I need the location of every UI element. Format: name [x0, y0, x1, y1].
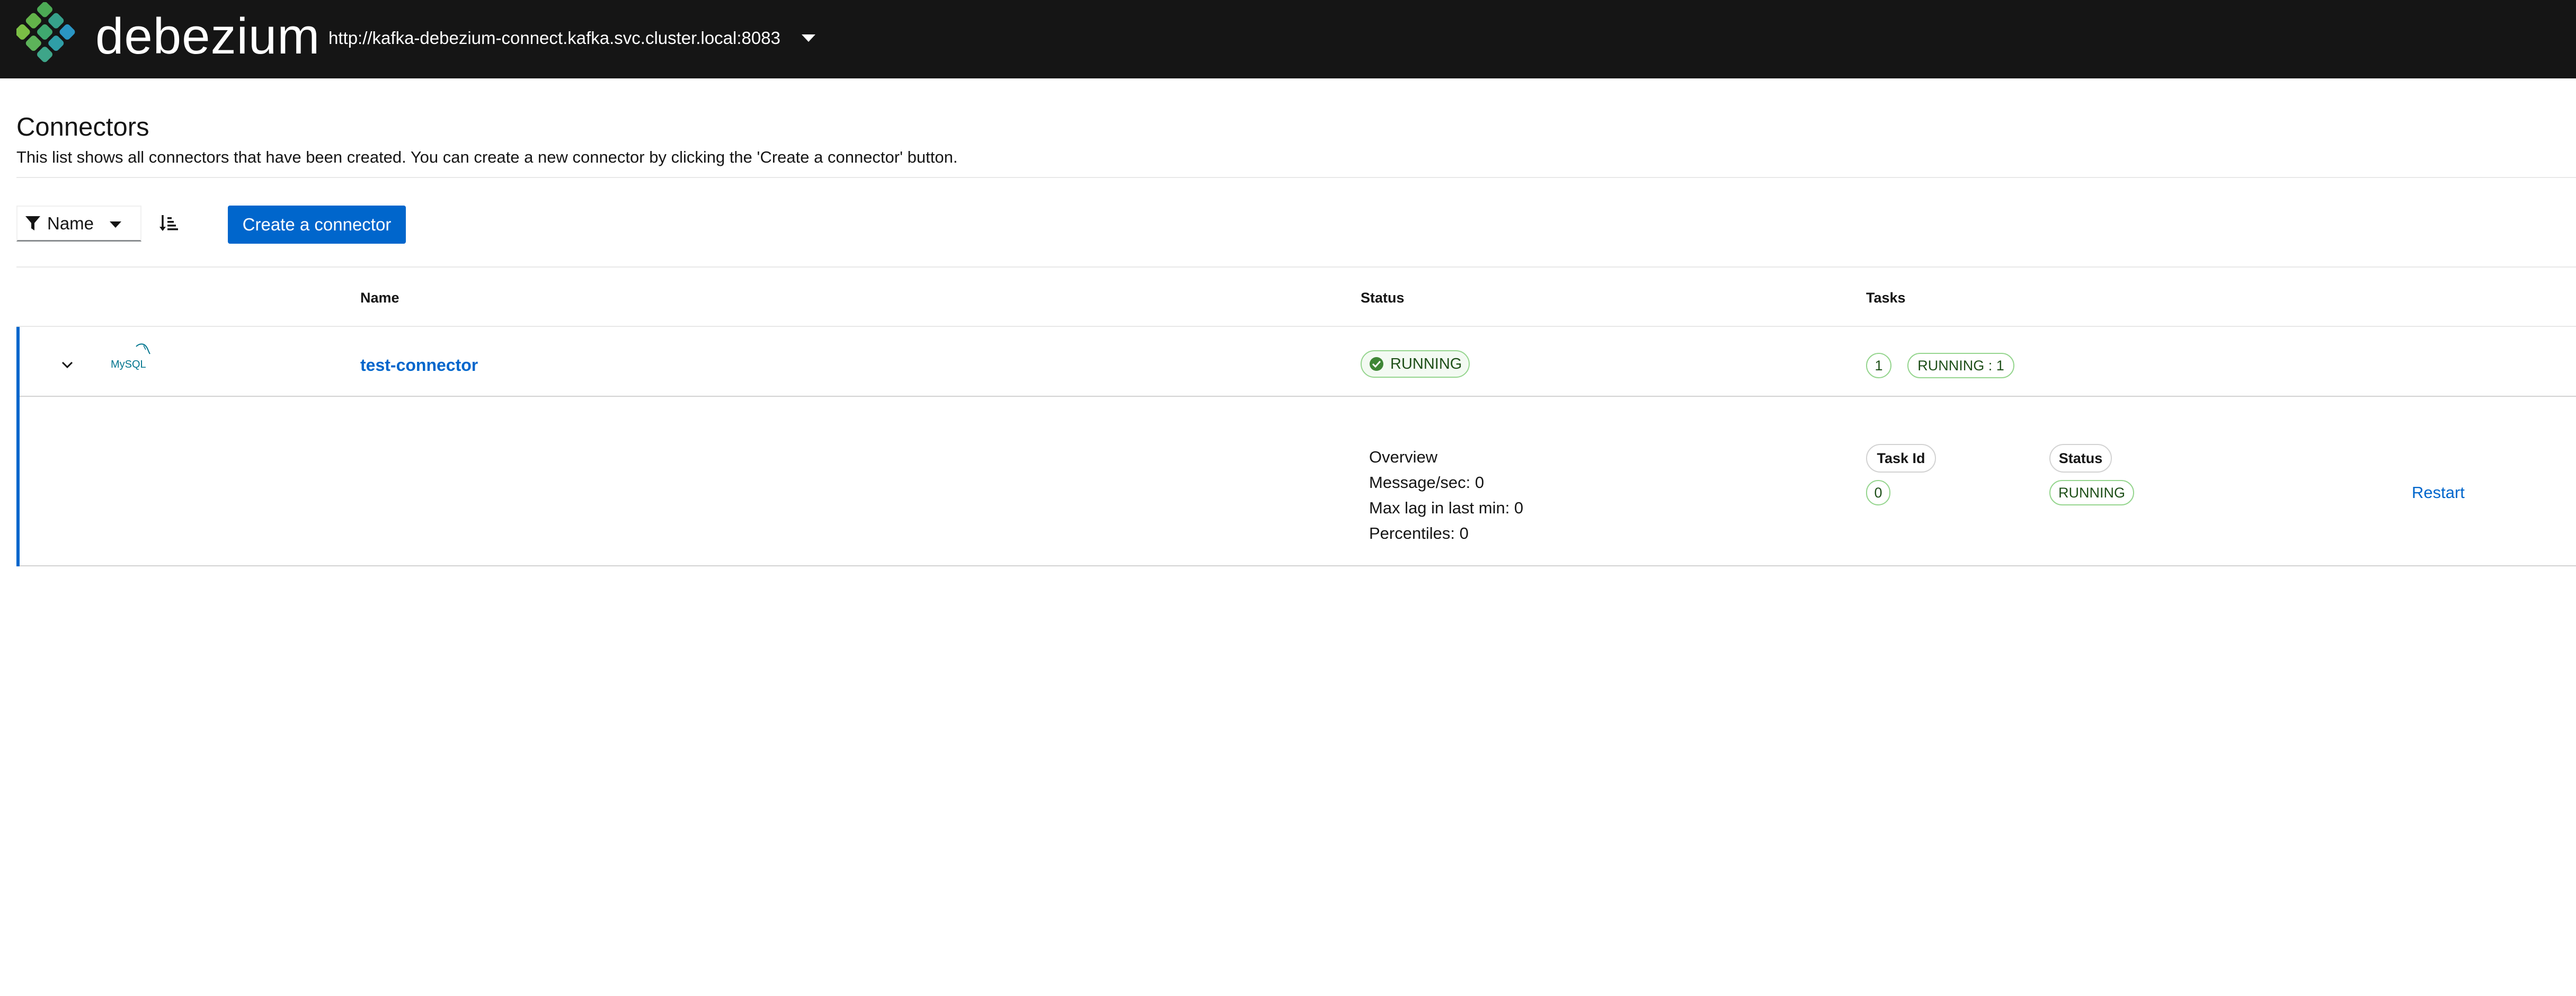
caret-down-icon [801, 34, 815, 42]
brand-name: debezium [95, 8, 321, 65]
filter-label: Name [47, 213, 94, 233]
task-status-badge: RUNNING [2049, 480, 2134, 505]
column-header-status[interactable]: Status [1361, 289, 1405, 307]
mysql-logo-text: MySQL [111, 359, 146, 370]
caret-down-icon [110, 221, 121, 228]
filter-icon [25, 216, 40, 230]
mysql-logo-icon: MySQL [111, 343, 150, 370]
restart-task-button[interactable]: Restart [2412, 482, 2465, 503]
divider [16, 177, 2576, 178]
task-summary-badge: RUNNING : 1 [1907, 353, 2014, 378]
divider [16, 326, 2576, 327]
expanded-row-indicator [16, 327, 20, 566]
connector-name-link[interactable]: test-connector [360, 354, 478, 376]
check-circle-icon [1370, 357, 1383, 371]
overview-max-lag: Max lag in last min: 0 [1369, 499, 1524, 517]
cluster-url: http://kafka-debezium-connect.kafka.svc.… [328, 28, 780, 48]
filter-attribute-select[interactable]: Name [16, 206, 141, 242]
connector-status-badge: RUNNING [1361, 350, 1470, 378]
column-header-tasks[interactable]: Tasks [1866, 289, 1906, 307]
debezium-logo-icon [16, 2, 75, 63]
angle-down-icon [61, 361, 73, 369]
masthead: debezium http://kafka-debezium-connect.k… [0, 0, 2576, 78]
column-header-name[interactable]: Name [360, 289, 399, 307]
create-connector-button[interactable]: Create a connector [228, 206, 406, 244]
row-expand-toggle[interactable] [58, 356, 76, 374]
task-id-column-header: Task Id [1866, 444, 1936, 473]
task-status-column-header: Status [2049, 444, 2112, 473]
overview-percentiles: Percentiles: 0 [1369, 524, 1469, 543]
connector-status-text: RUNNING [1390, 355, 1462, 372]
task-count-badge: 1 [1866, 353, 1891, 378]
cluster-selector[interactable]: http://kafka-debezium-connect.kafka.svc.… [328, 21, 815, 55]
divider [20, 396, 2576, 397]
sort-amount-down-icon [159, 215, 178, 231]
page-description: This list shows all connectors that have… [16, 148, 958, 166]
task-id-badge: 0 [1866, 480, 1890, 505]
sort-button[interactable] [157, 212, 180, 235]
divider [20, 565, 2576, 566]
page-title: Connectors [16, 113, 149, 141]
overview-messages-per-sec: Message/sec: 0 [1369, 473, 1485, 492]
overview-heading: Overview [1369, 448, 1438, 466]
divider [16, 266, 2576, 268]
